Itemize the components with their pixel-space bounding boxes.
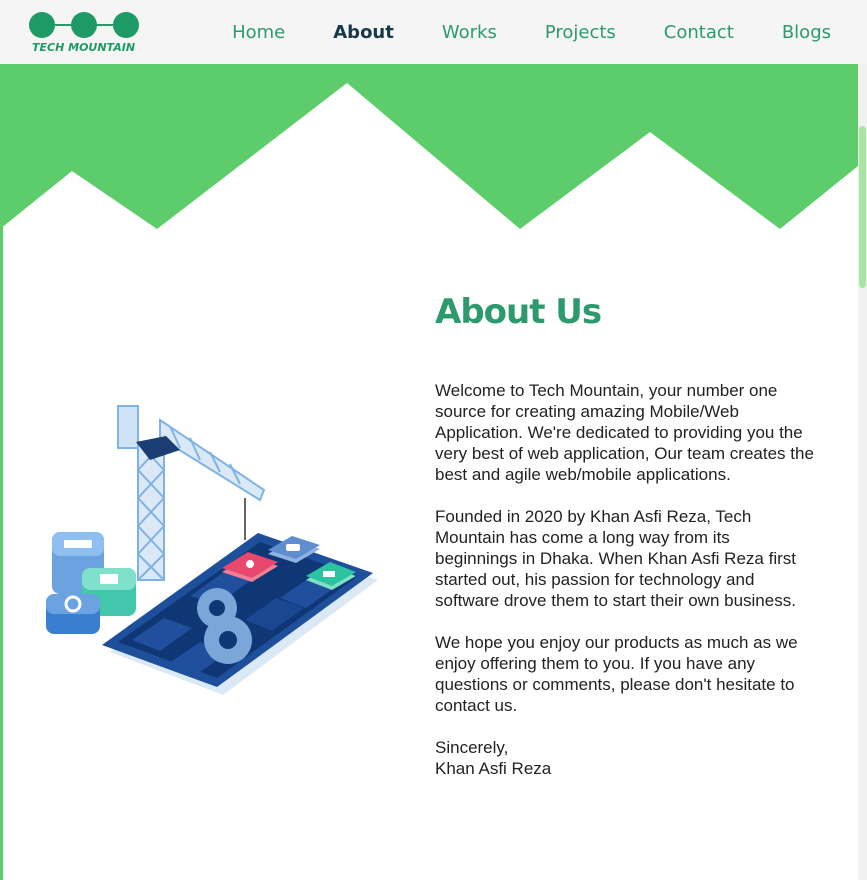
- about-paragraph: Founded in 2020 by Khan Asfi Reza, Tech …: [435, 507, 796, 610]
- about-body: Welcome to Tech Mountain, your number on…: [435, 380, 815, 779]
- scrollbar-thumb[interactable]: [859, 126, 866, 288]
- nav-contact[interactable]: Contact: [664, 22, 734, 43]
- nav-home[interactable]: Home: [232, 22, 285, 43]
- left-border-accent: [0, 64, 3, 880]
- signature-name: Khan Asfi Reza: [435, 759, 552, 778]
- signoff: Sincerely, Khan Asfi Reza: [435, 737, 815, 779]
- logo-text: TECH MOUNTAIN: [32, 41, 135, 54]
- signoff-text: Sincerely,: [435, 738, 509, 757]
- search-stack-icon: [46, 594, 100, 634]
- nav-blogs[interactable]: Blogs: [782, 22, 831, 43]
- about-paragraph: We hope you enjoy our products as much a…: [435, 633, 798, 715]
- nav-works[interactable]: Works: [442, 22, 497, 43]
- nav-links: Home About Works Projects Contact Blogs: [184, 0, 831, 64]
- nav-about[interactable]: About: [333, 22, 394, 43]
- about-paragraph: Welcome to Tech Mountain, your number on…: [435, 381, 814, 484]
- mountain-hero-banner: [0, 64, 858, 229]
- tech-mountain-logo[interactable]: TECH MOUNTAIN: [28, 11, 148, 55]
- about-title: About Us: [435, 292, 602, 332]
- nav-projects[interactable]: Projects: [545, 22, 616, 43]
- about-section: About Us Welcome to Tech Mountain, your …: [435, 292, 815, 779]
- construction-crane-app-illustration: [46, 405, 378, 695]
- navbar: TECH MOUNTAIN Home About Works Projects …: [0, 0, 867, 64]
